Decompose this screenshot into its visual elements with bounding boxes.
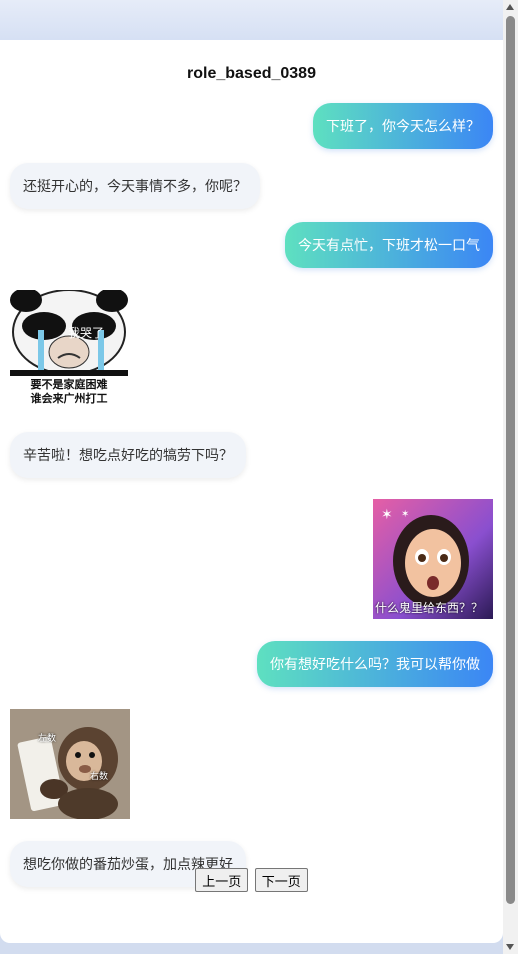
crying-panda-sticker: 我哭了 要不是家庭困难 谁会来广州打工 [10, 290, 128, 410]
monkey-sticker: 左数 右数 [10, 709, 130, 819]
monkey-label-left: 左数 [38, 733, 57, 743]
page-header-band [0, 0, 503, 40]
bot-message: 辛苦啦！想吃点好吃的犒劳下吗？ [10, 432, 246, 478]
user-message: 下班了，你今天怎么样？ [313, 103, 493, 149]
svg-text:✶: ✶ [381, 507, 393, 523]
panda-caption-line1: 要不是家庭困难 [30, 379, 108, 391]
chat-card: role_based_0389 下班了，你今天怎么样？ 还挺开心的，今天事情不多… [0, 40, 503, 943]
panda-top-caption: 我哭了 [68, 326, 105, 340]
user-message: 今天有点忙，下班才松一口气 [285, 222, 493, 268]
scroll-down-arrow-icon[interactable] [506, 944, 514, 950]
cartoon-caption: 什么鬼里给东西？？ [375, 601, 484, 615]
scrollbar[interactable] [503, 0, 518, 954]
pagination: 上一页 下一页 [0, 868, 503, 892]
bot-message: 还挺开心的，今天事情不多，你呢？ [10, 163, 260, 209]
user-message: 你有想好吃什么吗？我可以帮你做 [257, 641, 493, 687]
monkey-icon [10, 709, 130, 819]
shocked-cartoon-sticker: ✶ ✶ 什么鬼里给东西？？ [373, 499, 493, 619]
scroll-up-arrow-icon[interactable] [506, 4, 514, 10]
page-title: role_based_0389 [187, 65, 316, 82]
monkey-label-right: 右数 [90, 771, 109, 781]
panda-caption-line2: 谁会来广州打工 [30, 393, 108, 405]
next-page-button[interactable]: 下一页 [254, 868, 308, 892]
svg-text:✶: ✶ [401, 509, 409, 520]
prev-page-button[interactable]: 上一页 [195, 868, 249, 892]
scroll-thumb[interactable] [506, 16, 515, 904]
